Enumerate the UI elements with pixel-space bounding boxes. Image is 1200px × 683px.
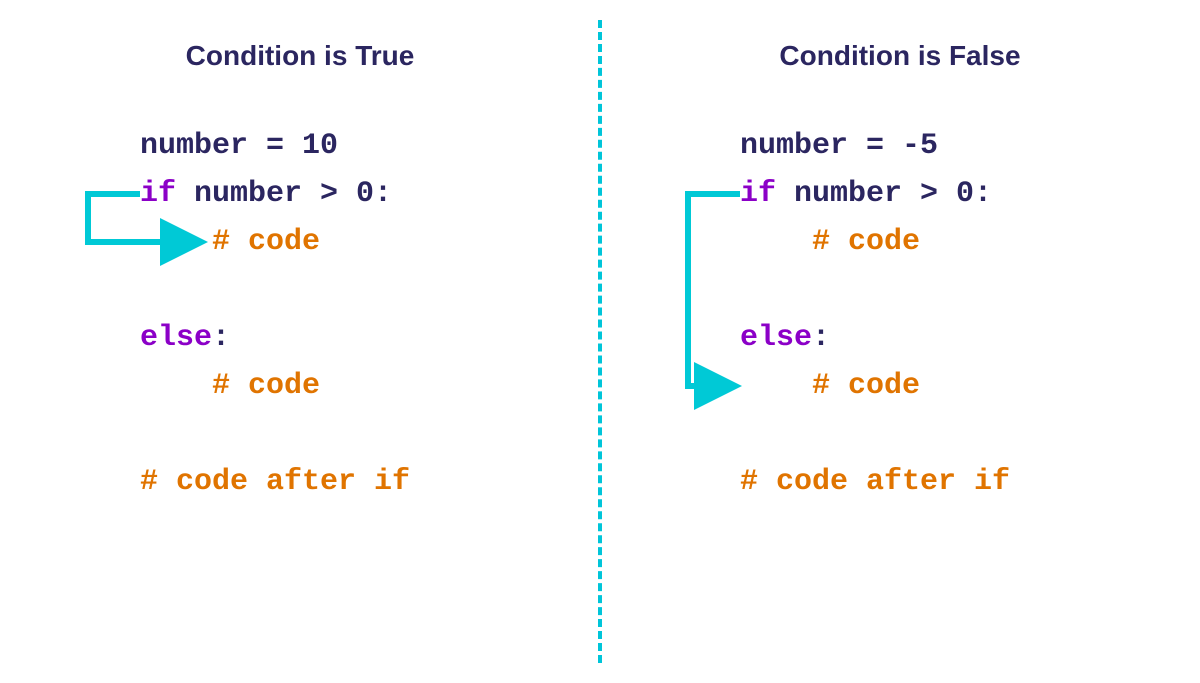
diagram-container: Condition is True number = 10 if number …	[0, 0, 1200, 683]
right-panel: Condition is False number = -5 if number…	[600, 0, 1200, 683]
keyword-else: else	[140, 321, 212, 355]
left-heading: Condition is True	[40, 40, 560, 72]
right-line-2: if number > 0:	[740, 170, 1160, 218]
blank-gap	[740, 410, 1160, 458]
right-line-5: # code	[740, 362, 1160, 410]
right-heading: Condition is False	[640, 40, 1160, 72]
keyword-if: if	[740, 177, 776, 211]
code-text: number = 10	[140, 129, 338, 163]
right-line-4: else:	[740, 314, 1160, 362]
right-line-1: number = -5	[740, 122, 1160, 170]
blank-gap	[740, 266, 1160, 314]
left-line-2: if number > 0:	[140, 170, 560, 218]
left-panel: Condition is True number = 10 if number …	[0, 0, 600, 683]
keyword-else: else	[740, 321, 812, 355]
colon: :	[212, 321, 230, 355]
code-text: number = -5	[740, 129, 938, 163]
left-code: number = 10 if number > 0: # code else: …	[140, 122, 560, 506]
code-comment: # code	[740, 369, 920, 403]
code-comment: # code after if	[740, 465, 1010, 499]
blank-gap	[140, 266, 560, 314]
code-comment: # code	[140, 369, 320, 403]
left-line-5: # code	[140, 362, 560, 410]
left-line-4: else:	[140, 314, 560, 362]
right-code: number = -5 if number > 0: # code else: …	[740, 122, 1160, 506]
left-line-3: # code	[140, 218, 560, 266]
keyword-if: if	[140, 177, 176, 211]
code-text: number > 0:	[176, 177, 392, 211]
left-line-1: number = 10	[140, 122, 560, 170]
code-comment: # code	[740, 225, 920, 259]
left-line-6: # code after if	[140, 458, 560, 506]
blank-gap	[140, 410, 560, 458]
code-text: number > 0:	[776, 177, 992, 211]
colon: :	[812, 321, 830, 355]
right-line-3: # code	[740, 218, 1160, 266]
code-comment: # code	[140, 225, 320, 259]
right-line-6: # code after if	[740, 458, 1160, 506]
code-comment: # code after if	[140, 465, 410, 499]
